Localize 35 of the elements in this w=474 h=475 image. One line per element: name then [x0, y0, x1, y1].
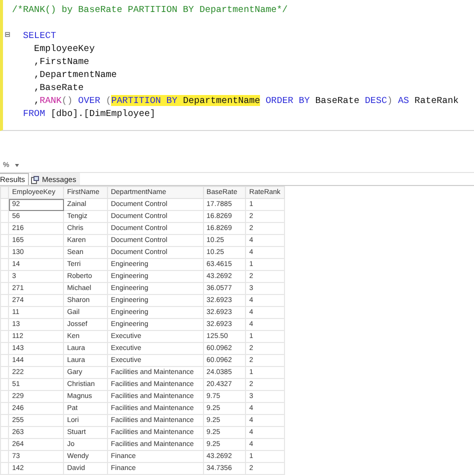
- code-line: ,BaseRate: [33, 82, 84, 93]
- code-line: ,DepartmentName: [33, 69, 117, 80]
- code-editor[interactable]: [0, 0, 474, 132]
- code-line: SELECT: [22, 30, 56, 41]
- row-selector[interactable]: [0, 366, 9, 379]
- row-selector[interactable]: [0, 438, 9, 451]
- row-selector[interactable]: [0, 318, 9, 331]
- messages-icon: [31, 176, 40, 184]
- row-selector[interactable]: [0, 342, 9, 355]
- collapse-icon[interactable]: [5, 32, 10, 37]
- row-selector[interactable]: [0, 282, 9, 295]
- row-selector[interactable]: [0, 306, 9, 319]
- caret-icon: [15, 164, 20, 167]
- row-selector[interactable]: [0, 270, 9, 283]
- row-selector[interactable]: [0, 354, 9, 367]
- row-selector[interactable]: [0, 198, 9, 211]
- row-selector[interactable]: [0, 234, 9, 247]
- code-line: ,RANK() OVER (PARTITION BY DepartmentName ORDER BY BaseRate DESC) AS RateRank: [33, 95, 459, 106]
- row-selector[interactable]: [0, 462, 9, 475]
- code-line: FROM [dbo].[DimEmployee]: [22, 108, 156, 119]
- row-selector[interactable]: [0, 450, 9, 463]
- row-selector[interactable]: [0, 210, 9, 223]
- row-selector[interactable]: [0, 246, 9, 259]
- row-selector[interactable]: [0, 258, 9, 271]
- code-line: ,FirstName: [33, 56, 90, 67]
- row-selector[interactable]: [0, 414, 9, 427]
- row-selector[interactable]: [0, 426, 9, 439]
- code-comment: /*RANK() by BaseRate PARTITION BY DepartmentName*/: [12, 4, 288, 15]
- code-line: EmployeeKey: [33, 43, 95, 54]
- row-selector[interactable]: [0, 294, 9, 307]
- row-selector[interactable]: [0, 222, 9, 235]
- row-selector[interactable]: [0, 378, 9, 391]
- row-selector[interactable]: [0, 330, 9, 343]
- row-selector[interactable]: [0, 402, 9, 415]
- row-selector[interactable]: [0, 390, 9, 403]
